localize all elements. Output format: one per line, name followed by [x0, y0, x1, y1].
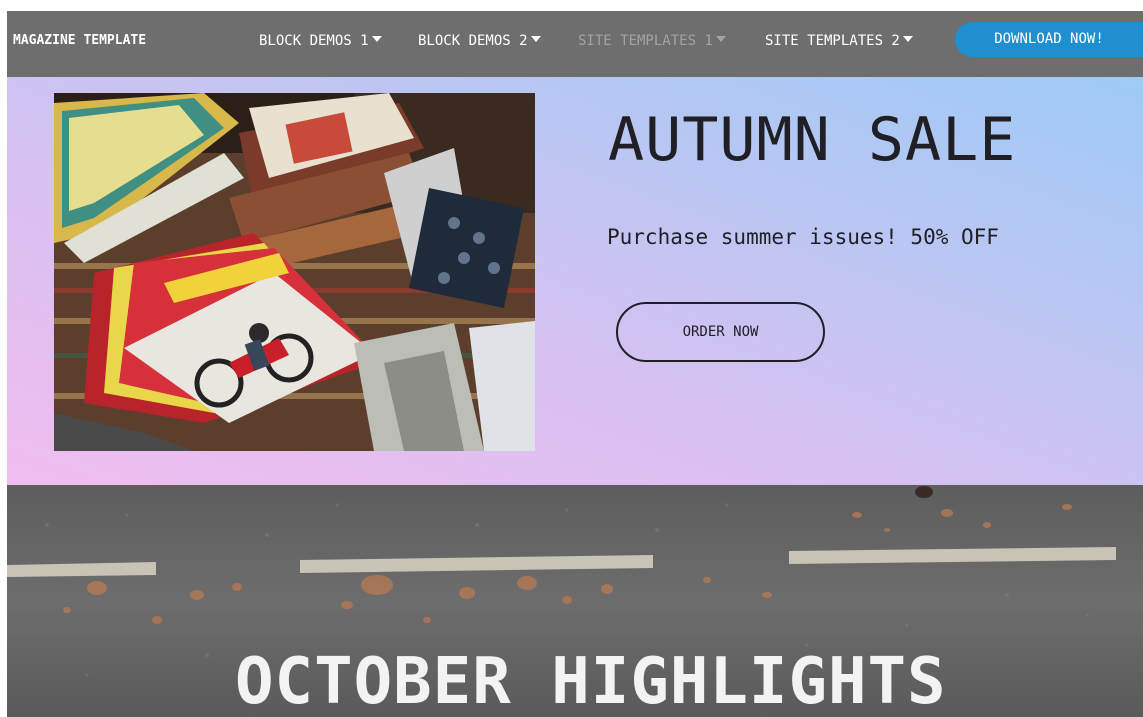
autumn-sale-hero: AUTUMN SALE Purchase summer issues! 50% … [7, 77, 1143, 485]
brand-logo[interactable]: MAGAZINE TEMPLATE [13, 33, 146, 48]
top-navbar: MAGAZINE TEMPLATE BLOCK DEMOS 1 BLOCK DE… [7, 11, 1143, 77]
hero-subtitle: Purchase summer issues! 50% OFF [607, 225, 999, 249]
october-highlights-section: OCTOBER HIGHLIGHTS [7, 485, 1143, 717]
chevron-down-icon [715, 36, 726, 42]
magazines-photo [54, 93, 535, 451]
chevron-down-icon [902, 36, 913, 42]
chevron-down-icon [371, 36, 382, 42]
hero-title: AUTUMN SALE [608, 105, 1017, 175]
order-now-button[interactable]: ORDER NOW [616, 302, 825, 362]
page: MAGAZINE TEMPLATE BLOCK DEMOS 1 BLOCK DE… [0, 0, 1143, 717]
highlights-title: OCTOBER HIGHLIGHTS [235, 645, 947, 717]
nav-item-label: SITE TEMPLATES 1 [578, 33, 713, 49]
chevron-down-icon [530, 36, 541, 42]
nav-block-demos-2[interactable]: BLOCK DEMOS 2 [418, 33, 541, 49]
nav-item-label: BLOCK DEMOS 1 [259, 33, 369, 49]
nav-site-templates-1[interactable]: SITE TEMPLATES 1 [578, 33, 726, 49]
nav-block-demos-1[interactable]: BLOCK DEMOS 1 [259, 33, 382, 49]
download-now-button[interactable]: DOWNLOAD NOW! [955, 22, 1143, 57]
nav-item-label: SITE TEMPLATES 2 [765, 33, 900, 49]
nav-site-templates-2[interactable]: SITE TEMPLATES 2 [765, 33, 913, 49]
nav-item-label: BLOCK DEMOS 2 [418, 33, 528, 49]
